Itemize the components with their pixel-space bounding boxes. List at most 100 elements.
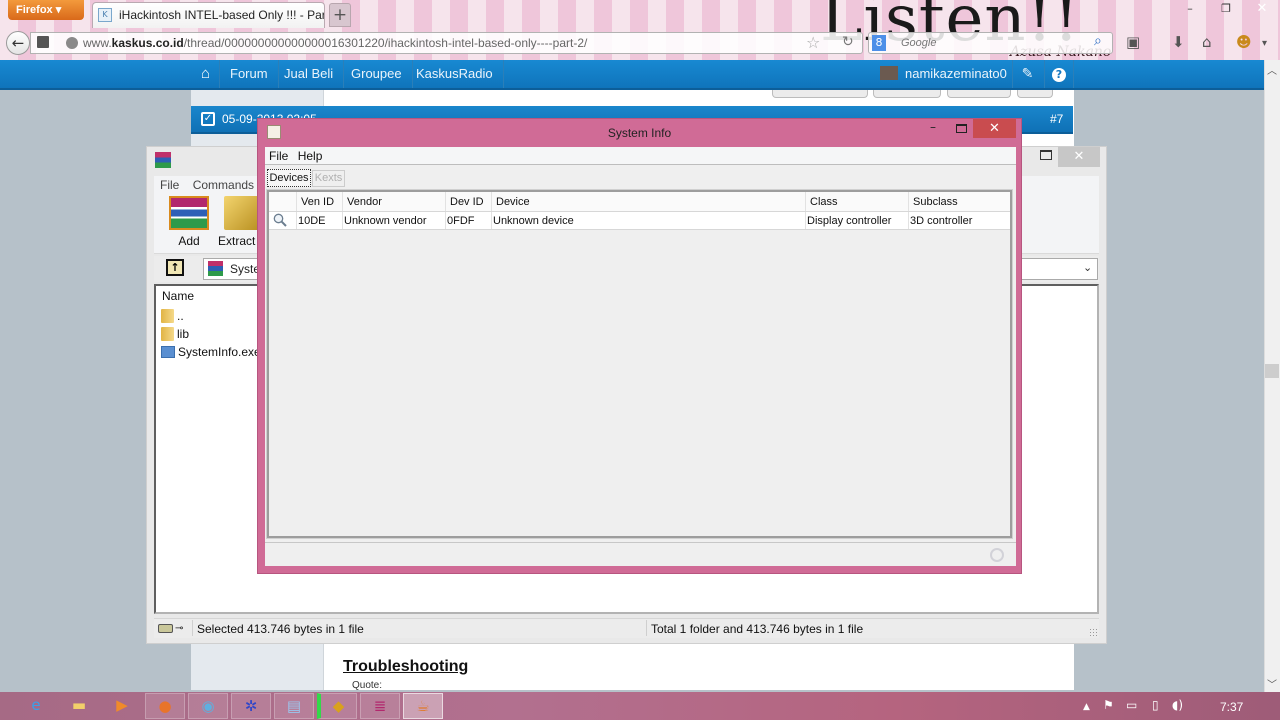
winrar-maximize-button[interactable] [1040, 150, 1052, 160]
home-icon[interactable]: ⌂ [1202, 33, 1212, 51]
table-row[interactable]: 10DE Unknown vendor 0FDF Unknown device … [269, 212, 1010, 230]
volume-icon[interactable]: ◖) [1172, 698, 1183, 712]
file-row[interactable]: lib [161, 325, 189, 343]
close-button[interactable]: ✕ [1244, 0, 1280, 18]
restore-button[interactable]: ❐ [1208, 0, 1244, 18]
menu-file[interactable]: File [269, 149, 288, 163]
post-action-button[interactable] [772, 90, 868, 98]
sysinfo-menubar: File Help [265, 147, 1016, 165]
resize-grip[interactable] [1089, 628, 1097, 636]
column-header-device[interactable]: Device [491, 192, 805, 211]
site-identity-globe-icon[interactable] [66, 37, 78, 49]
executable-icon [161, 346, 175, 358]
tray-overflow-icon[interactable]: ▲ [1083, 702, 1090, 712]
post-checkbox-icon[interactable]: ✓ [201, 112, 215, 126]
tab-kexts[interactable]: Kexts [312, 170, 345, 187]
bookmarks-menu-icon[interactable]: ▣ [1126, 33, 1140, 51]
taskbar-clock[interactable]: 7:37 [1220, 700, 1243, 714]
home-icon[interactable]: ⌂ [192, 60, 220, 88]
url-path: /thread/000000000000000016301220/ihackin… [183, 36, 588, 50]
status-divider [646, 620, 647, 636]
winrar-close-button[interactable]: ✕ [1058, 147, 1100, 167]
file-explorer-icon[interactable]: ▬ [62, 693, 96, 719]
scroll-up-arrow-icon[interactable]: ︿ [1264, 62, 1280, 77]
file-name: lib [177, 327, 190, 341]
toolbar-overflow-chevron-icon[interactable]: ▾ [1262, 38, 1267, 49]
scroll-down-arrow-icon[interactable]: ﹀ [1264, 676, 1280, 691]
firefox-taskbar-icon[interactable]: ● [145, 693, 185, 719]
back-button[interactable]: ← [6, 31, 30, 55]
username-link[interactable]: namikazeminato0 [905, 60, 1007, 88]
file-row[interactable]: .. [161, 307, 184, 325]
nav-groupee[interactable]: Groupee [341, 60, 413, 88]
action-center-flag-icon[interactable]: ⚑ [1103, 698, 1114, 712]
column-header-ven-id[interactable]: Ven ID [296, 192, 342, 211]
post-number-link[interactable]: #7 [1050, 112, 1063, 126]
minimize-button[interactable]: – [1172, 0, 1208, 18]
up-folder-icon[interactable]: ↑ [166, 259, 184, 276]
page-bookmark-icon[interactable] [37, 36, 49, 48]
chevron-down-icon[interactable]: ⌄ [1083, 261, 1092, 274]
kaskus-navbar [0, 60, 1264, 90]
bluetooth-taskbar-icon[interactable]: ✲ [231, 693, 271, 719]
column-header-dev-id[interactable]: Dev ID [445, 192, 491, 211]
post-action-button[interactable] [947, 90, 1011, 98]
scrollbar-thumb[interactable] [1265, 364, 1279, 378]
bookmark-star-icon[interactable]: ☆ [806, 33, 820, 52]
media-player-icon[interactable]: ▶ [105, 693, 139, 719]
new-tab-button[interactable]: + [329, 3, 351, 27]
nav-kaskusradio[interactable]: KaskusRadio [406, 60, 504, 88]
firefox-menu-button[interactable]: Firefox ▾ [8, 0, 84, 20]
remote-desktop-taskbar-icon[interactable]: ▤ [274, 693, 314, 719]
password-key-icon[interactable]: ⊸ [175, 623, 183, 634]
cell-subclass: 3D controller [908, 212, 1010, 229]
java-taskbar-icon[interactable]: ☕ [403, 693, 443, 719]
post-action-button[interactable] [873, 90, 941, 98]
help-icon: ? [1052, 68, 1066, 82]
search-input[interactable]: Google [868, 32, 1113, 54]
sysinfo-close-button[interactable]: ✕ [973, 119, 1016, 138]
internet-explorer-icon[interactable]: e [19, 693, 53, 719]
edit-pencil-icon[interactable]: ✎ [1012, 60, 1042, 88]
user-avatar[interactable] [880, 66, 898, 80]
magnifier-icon[interactable] [273, 213, 287, 227]
menu-help[interactable]: Help [298, 149, 323, 163]
column-header-vendor[interactable]: Vendor [342, 192, 445, 211]
sysinfo-maximize-button[interactable] [956, 124, 967, 133]
column-header-class[interactable]: Class [805, 192, 908, 211]
sysinfo-minimize-button[interactable]: – [930, 120, 936, 134]
browser-tab-active[interactable]: iHackintosh INTEL-based Only !!! - Part … [92, 2, 325, 28]
quote-label: Quote: [352, 680, 383, 691]
status-total: Total 1 folder and 413.746 bytes in 1 fi… [651, 622, 864, 636]
reload-icon[interactable]: ↻ [842, 34, 854, 50]
steam-taskbar-icon[interactable]: ◉ [188, 693, 228, 719]
winrar-menu-file[interactable]: File [160, 178, 179, 192]
post-action-button[interactable] [1017, 90, 1053, 98]
addon-monkey-icon[interactable]: ☻ [1236, 33, 1252, 51]
nav-forum[interactable]: Forum [220, 60, 279, 88]
column-header-icon[interactable] [269, 192, 296, 211]
winrar-taskbar-icon[interactable]: ≣ [360, 693, 400, 719]
column-header-name[interactable]: Name [162, 289, 194, 303]
cell-ven-id: 10DE [296, 212, 342, 229]
google-engine-icon[interactable]: 8 [872, 35, 886, 51]
tab-devices[interactable]: Devices [267, 169, 311, 187]
archive-icon [208, 261, 223, 276]
help-button[interactable]: ? [1044, 60, 1074, 88]
winrar-menu-commands[interactable]: Commands [193, 178, 254, 192]
loading-spinner-icon [990, 548, 1004, 562]
search-magnifier-icon[interactable]: ⌕ [1094, 33, 1102, 49]
column-header-subclass[interactable]: Subclass [908, 192, 1010, 211]
nav-jual-beli[interactable]: Jual Beli [274, 60, 345, 88]
drive-icon[interactable] [158, 624, 173, 633]
network-icon[interactable]: ▭ [1126, 698, 1137, 712]
downloads-icon[interactable]: ⬇ [1172, 33, 1185, 51]
browser-window-controls: – ❐ ✕ [1172, 0, 1280, 18]
winrar-add-button[interactable]: Add [164, 196, 214, 248]
url-bar[interactable]: www.kaskus.co.id/thread/0000000000000000… [30, 32, 863, 54]
network-tool-taskbar-icon[interactable]: ◆ [317, 693, 357, 719]
battery-icon[interactable]: ▯ [1152, 698, 1159, 712]
file-row-selected[interactable]: SystemInfo.exe [161, 343, 261, 361]
status-selected: Selected 413.746 bytes in 1 file [197, 622, 364, 636]
archive-add-icon [169, 196, 209, 230]
